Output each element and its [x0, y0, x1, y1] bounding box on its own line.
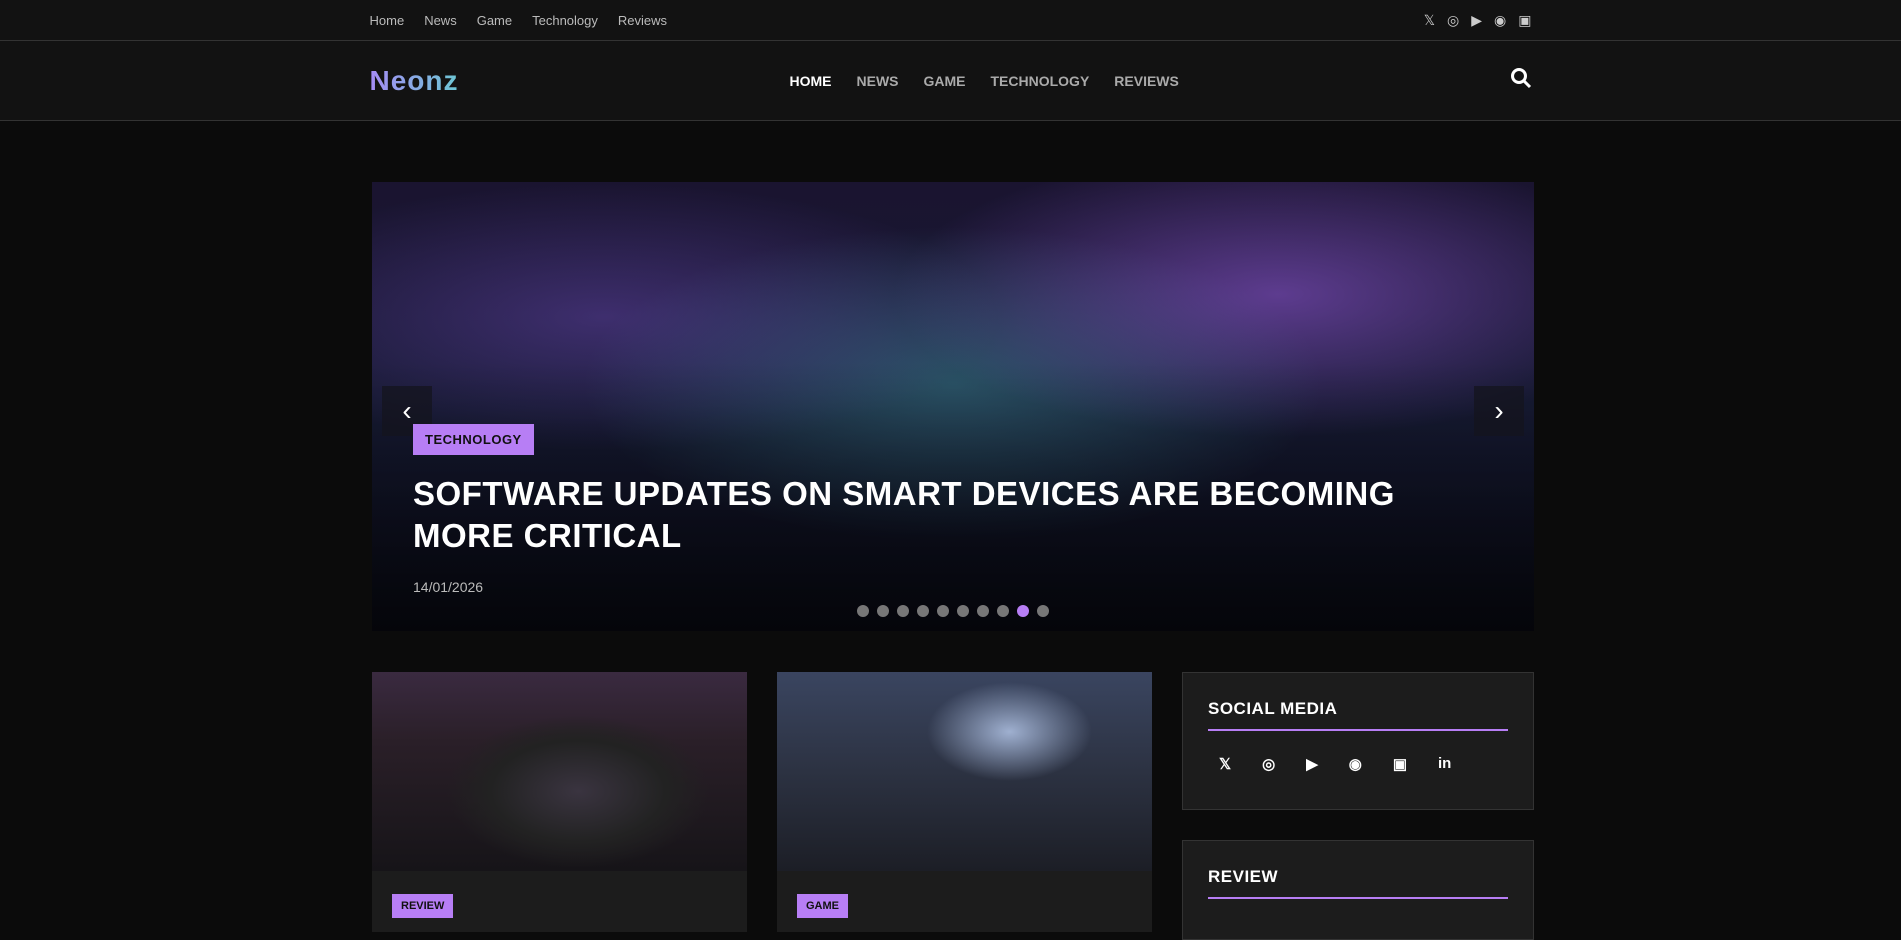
slide-date: 14/01/2026: [413, 579, 484, 595]
slider-dot[interactable]: [937, 605, 949, 617]
category-badge[interactable]: REVIEW: [392, 894, 454, 918]
top-link-reviews[interactable]: Reviews: [618, 13, 667, 28]
post-image-mouse[interactable]: [372, 672, 747, 871]
top-link-news[interactable]: News: [424, 13, 457, 28]
header: Neonz HOME NEWS GAME TECHNOLOGY REVIEWS: [0, 41, 1901, 121]
slider-dot[interactable]: [877, 605, 889, 617]
nav-news[interactable]: NEWS: [857, 73, 899, 89]
search-icon[interactable]: [1510, 67, 1532, 95]
top-link-game[interactable]: Game: [477, 13, 512, 28]
nav-home[interactable]: HOME: [790, 73, 832, 89]
divider: [1208, 729, 1508, 731]
youtube-icon[interactable]: ▶: [1306, 755, 1318, 773]
nav-technology[interactable]: TECHNOLOGY: [991, 73, 1090, 89]
slider-dot[interactable]: [1037, 605, 1049, 617]
top-social: 𝕏 ◎ ▶ ◉ ▣: [1424, 12, 1532, 29]
x-icon[interactable]: 𝕏: [1219, 755, 1231, 773]
top-link-home[interactable]: Home: [370, 13, 405, 28]
top-link-technology[interactable]: Technology: [532, 13, 598, 28]
instagram-icon[interactable]: ◎: [1262, 755, 1275, 773]
nav-reviews[interactable]: REVIEWS: [1114, 73, 1179, 89]
hero-slider: ‹ › TECHNOLOGY SOFTWARE UPDATES ON SMART…: [372, 182, 1534, 631]
linkedin-icon[interactable]: in: [1438, 755, 1451, 773]
post-card[interactable]: GAME: [777, 672, 1152, 932]
instagram-icon[interactable]: ◎: [1447, 12, 1459, 29]
discord-icon[interactable]: ◉: [1349, 755, 1362, 773]
youtube-icon[interactable]: ▶: [1471, 12, 1482, 29]
next-arrow-button[interactable]: ›: [1474, 386, 1524, 436]
slider-dot[interactable]: [917, 605, 929, 617]
review-widget: REVIEW: [1182, 840, 1534, 940]
category-badge[interactable]: TECHNOLOGY: [413, 424, 534, 455]
twitch-icon[interactable]: ▣: [1393, 755, 1407, 773]
main-nav: HOME NEWS GAME TECHNOLOGY REVIEWS: [790, 73, 1179, 89]
category-badge[interactable]: GAME: [797, 894, 848, 918]
slider-dots: [372, 605, 1534, 617]
widget-title: SOCIAL MEDIA: [1208, 699, 1338, 718]
logo[interactable]: Neonz: [370, 65, 459, 97]
widget-title: REVIEW: [1208, 867, 1279, 886]
social-media-widget: SOCIAL MEDIA 𝕏 ◎ ▶ ◉ ▣ in: [1182, 672, 1534, 810]
discord-icon[interactable]: ◉: [1494, 12, 1506, 29]
top-bar: Home News Game Technology Reviews 𝕏 ◎ ▶ …: [0, 0, 1901, 41]
top-links: Home News Game Technology Reviews: [370, 13, 668, 28]
x-icon[interactable]: 𝕏: [1424, 12, 1435, 29]
slider-dot[interactable]: [897, 605, 909, 617]
slider-dot[interactable]: [977, 605, 989, 617]
slider-dot[interactable]: [1017, 605, 1029, 617]
slider-dot[interactable]: [857, 605, 869, 617]
divider: [1208, 897, 1508, 899]
slide-title[interactable]: SOFTWARE UPDATES ON SMART DEVICES ARE BE…: [413, 473, 1463, 557]
post-image-game[interactable]: [777, 672, 1152, 871]
slider-dot[interactable]: [997, 605, 1009, 617]
nav-game[interactable]: GAME: [924, 73, 966, 89]
post-card[interactable]: REVIEW: [372, 672, 747, 932]
twitch-icon[interactable]: ▣: [1518, 12, 1531, 29]
slider-dot[interactable]: [957, 605, 969, 617]
